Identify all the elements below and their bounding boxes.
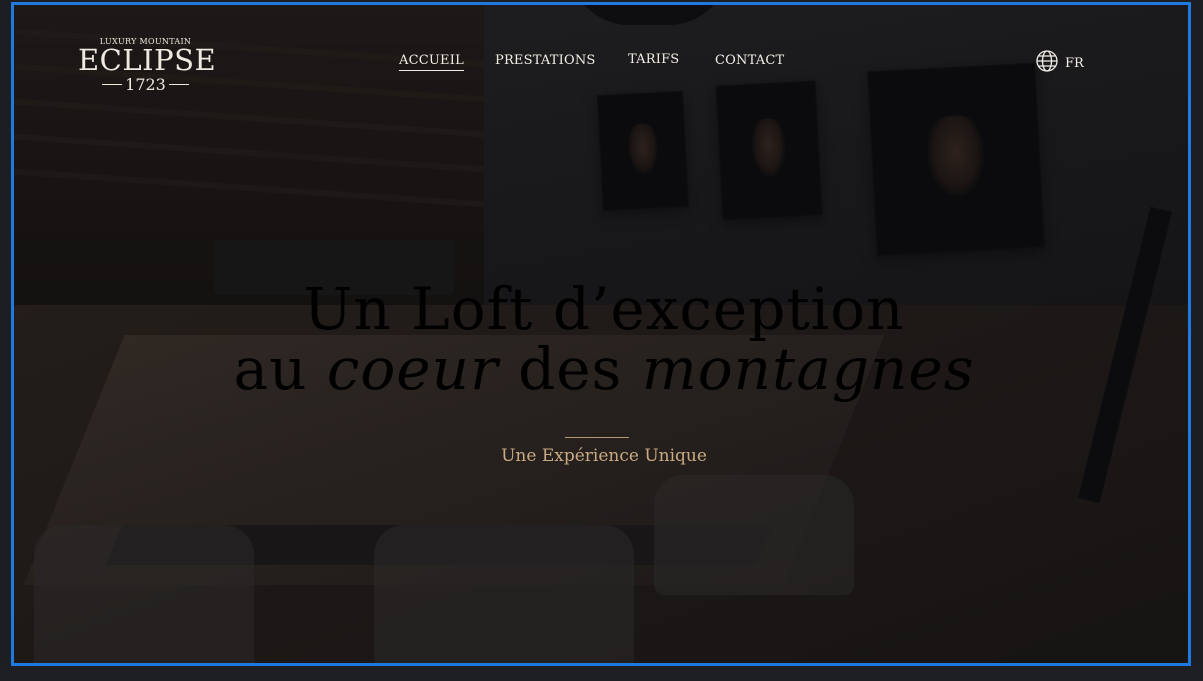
main-navigation: ACCUEIL PRESTATIONS TARIFS CONTACT [14, 52, 1188, 73]
globe-icon [1035, 49, 1059, 77]
hero-title-emphasis: montagnes [641, 335, 975, 403]
hero-title-text: au [233, 335, 327, 403]
hero-title-emphasis: coeur [326, 335, 499, 403]
language-label: FR [1065, 55, 1084, 71]
logo-year-row: 1723 [78, 75, 213, 94]
browser-viewport: LUXURY MOUNTAIN ECLIPSE 1723 ACCUEIL PRE… [11, 2, 1191, 666]
logo-year: 1723 [125, 75, 166, 94]
nav-item-accueil[interactable]: ACCUEIL [399, 53, 464, 71]
nav-item-contact[interactable]: CONTACT [715, 53, 784, 68]
page-bottom-strip [0, 666, 1203, 681]
hero-subtitle: Une Expérience Unique [501, 446, 707, 466]
nav-item-tarifs[interactable]: TARIFS [628, 52, 679, 67]
hero-title-line-1: Un Loft d’exception [303, 275, 905, 343]
hero-divider [565, 437, 629, 438]
logo-dash-right [168, 84, 189, 85]
nav-item-prestations[interactable]: PRESTATIONS [495, 53, 596, 68]
hero-title-line-2: au coeur des montagnes [14, 335, 1188, 403]
language-switcher[interactable]: FR [1035, 49, 1084, 77]
logo-dash-left [102, 84, 123, 85]
hero-title-text: des [498, 335, 642, 403]
